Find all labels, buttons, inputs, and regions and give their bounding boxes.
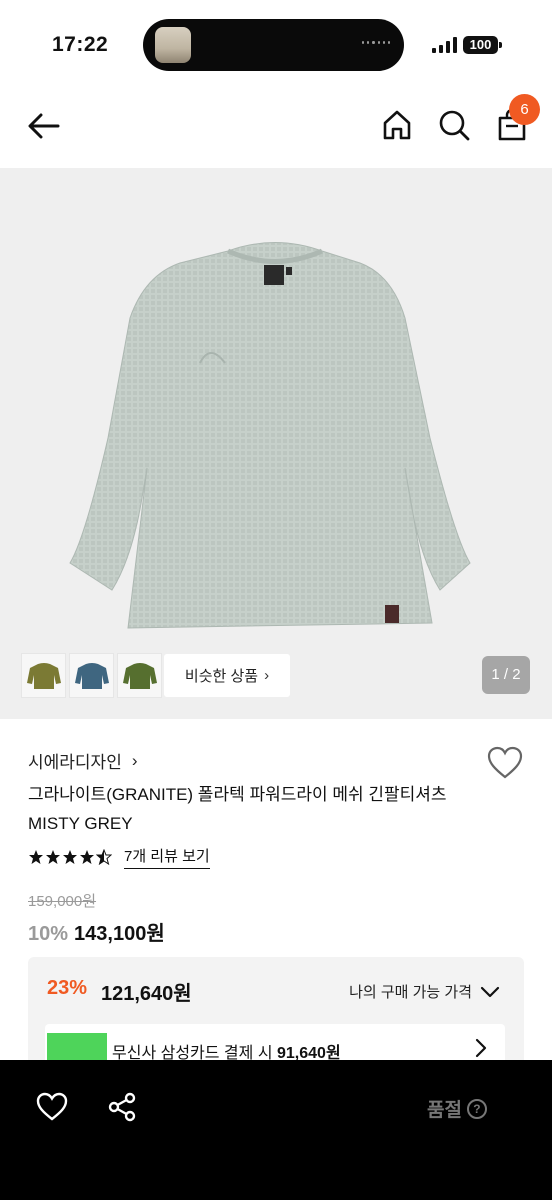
star-icon <box>46 850 60 864</box>
color-thumb-blue[interactable] <box>69 653 114 698</box>
shirt-thumb-icon <box>122 662 157 689</box>
signal-icon <box>432 37 457 53</box>
status-bar: 17:22 100 <box>0 0 552 84</box>
benefit-price-box: 23% 121,640원 나의 구매 가능 가격 무신사 삼성카드 결제 시 9… <box>28 957 524 1073</box>
shirt-thumb-icon <box>74 662 109 689</box>
top-navigation <box>0 84 552 168</box>
similar-products-button[interactable]: 비슷한 상품 › <box>164 654 290 697</box>
chevron-right-icon: › <box>131 750 138 770</box>
star-icon <box>29 850 43 864</box>
soldout-label: 품절 <box>427 1100 462 1121</box>
chevron-down-icon <box>480 986 500 997</box>
sale-price: 143,100원 <box>74 923 165 945</box>
bottom-action-bar: 품절 ? <box>0 1060 552 1200</box>
image-pager: 1 / 2 <box>482 656 530 694</box>
color-thumb-olive[interactable] <box>21 653 66 698</box>
half-star-icon <box>96 849 112 865</box>
dynamic-island[interactable] <box>143 19 404 71</box>
star-icon <box>80 850 94 864</box>
product-page: 17:22 100 6 비슷한 상품 › 1 / 2 시에라디자인 › 그라나이… <box>0 0 552 1200</box>
benefit-rate: 23% <box>47 977 88 999</box>
status-time: 17:22 <box>52 33 109 56</box>
sale-price-row: 10% 143,100원 <box>28 917 165 946</box>
now-playing-thumbnail <box>155 27 191 63</box>
battery-icon: 100 <box>463 36 503 54</box>
product-image <box>69 242 471 629</box>
discount-rate: 10% <box>28 923 69 945</box>
back-arrow-icon[interactable] <box>26 108 62 144</box>
rating-row: 7개 리뷰 보기 <box>28 845 210 869</box>
chevron-right-icon <box>475 1038 487 1058</box>
my-price-label: 나의 구매 가능 가격 <box>349 984 472 1001</box>
product-title: 그라나이트(GRANITE) 폴라텍 파워드라이 메쉬 긴팔티셔츠 MISTY … <box>28 785 447 833</box>
home-icon[interactable] <box>380 108 414 142</box>
cart-count-badge: 6 <box>509 94 540 125</box>
audio-indicator-icon <box>362 41 391 47</box>
brand-name: 시에라디자인 <box>28 753 122 772</box>
similar-products-label: 비슷한 상품 <box>184 668 259 685</box>
star-icon <box>63 850 77 864</box>
color-thumb-green[interactable] <box>117 653 162 698</box>
reviews-link[interactable]: 7개 리뷰 보기 <box>124 845 210 869</box>
product-image-carousel[interactable]: 비슷한 상품 › 1 / 2 <box>0 168 552 719</box>
color-thumbnails <box>21 653 162 698</box>
my-price-toggle[interactable]: 나의 구매 가능 가격 <box>349 981 500 1002</box>
chevron-right-icon: › <box>264 667 270 684</box>
benefit-price: 121,640원 <box>101 983 192 1005</box>
search-icon[interactable] <box>437 108 471 142</box>
wishlist-heart-icon[interactable] <box>487 746 523 780</box>
help-icon[interactable]: ? <box>466 1098 487 1119</box>
star-rating <box>28 849 112 865</box>
soldout-status: 품절 ? <box>427 1095 487 1122</box>
shirt-thumb-icon <box>26 662 61 689</box>
heart-icon[interactable] <box>36 1092 68 1122</box>
original-price: 159,000원 <box>28 893 97 910</box>
share-icon[interactable] <box>106 1091 138 1123</box>
brand-link[interactable]: 시에라디자인 › <box>28 748 138 773</box>
battery-level: 100 <box>463 36 498 54</box>
